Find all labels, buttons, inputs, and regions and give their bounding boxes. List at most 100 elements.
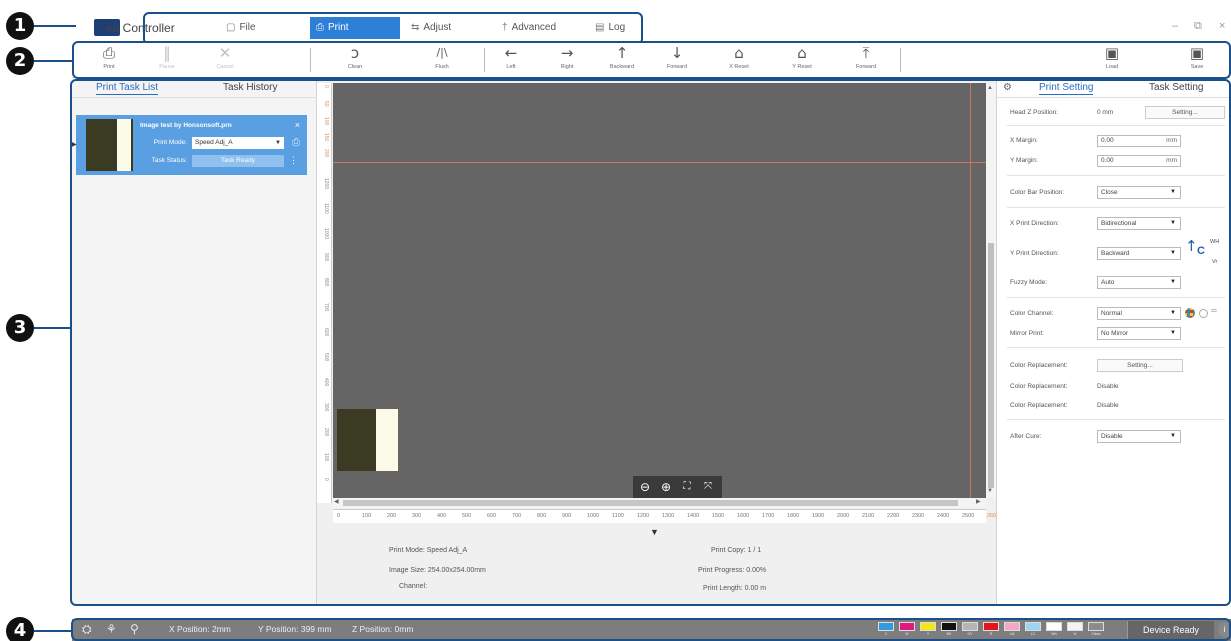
- x-margin-input[interactable]: 0.00 mm: [1097, 135, 1181, 147]
- info-image-size: Image Size: 254.00x254.00mm: [389, 567, 486, 574]
- ink-label: LC: [1030, 632, 1036, 636]
- forward-button[interactable]: ↓ Forward: [652, 43, 702, 72]
- tab-task-history[interactable]: Task History: [223, 82, 277, 93]
- load-icon: ▣: [1104, 44, 1120, 62]
- right-button[interactable]: → Right: [542, 43, 592, 72]
- tools-settings-icon[interactable]: ⛭: [82, 622, 92, 637]
- ink-color-chip: [1046, 622, 1062, 631]
- head-z-setting-button[interactable]: Setting...: [1145, 106, 1225, 119]
- ink-swatch-bk: BK: [939, 622, 959, 638]
- task-close-icon[interactable]: ×: [295, 120, 300, 130]
- load-button[interactable]: ▣ Load: [1087, 43, 1137, 72]
- printer-icon[interactable]: ⎙: [292, 137, 300, 148]
- vertical-scrollbar[interactable]: ▲ ▼: [986, 83, 996, 498]
- info-icon[interactable]: i: [1218, 622, 1231, 637]
- tab-print-setting[interactable]: Print Setting: [1039, 82, 1094, 95]
- menu-print[interactable]: ⎙ Print: [310, 17, 400, 39]
- maintenance-icon[interactable]: ⚲: [130, 622, 139, 636]
- horizontal-scrollbar[interactable]: ◀ ▶: [333, 498, 986, 508]
- flush-status-icon[interactable]: ⚘: [106, 622, 117, 636]
- pause-button[interactable]: ‖ Pause: [142, 43, 192, 72]
- zoom-in-icon[interactable]: ⊕: [657, 479, 675, 495]
- gear-icon[interactable]: ⚙: [1003, 82, 1012, 93]
- ink-label: GY: [967, 632, 973, 636]
- y-reset-button[interactable]: ⌂ Y Reset: [777, 43, 827, 72]
- ruler-tick: 300: [412, 513, 422, 519]
- left-button[interactable]: ← Left: [486, 43, 536, 72]
- close-button[interactable]: ×: [1219, 20, 1225, 32]
- mirror-print-value: No Mirror: [1101, 330, 1129, 337]
- ruler-tick: 1000: [323, 228, 329, 240]
- printer-icon: ⎙: [102, 44, 115, 62]
- y-print-direction-select[interactable]: Backward ▼: [1097, 247, 1181, 260]
- menu-file[interactable]: ▢ File: [220, 17, 310, 39]
- task-card[interactable]: ▶ Image test by Honsonsoft.prn × Print M…: [72, 115, 307, 175]
- ruler-tick: 1700: [762, 513, 775, 519]
- print-bed[interactable]: ⊖ ⊕ ⛶ ⤧: [333, 83, 986, 498]
- menu-advanced[interactable]: † Advanced: [496, 17, 586, 39]
- restore-button[interactable]: ⧉: [1194, 20, 1202, 33]
- color-channel-select[interactable]: Normal ▼: [1097, 307, 1181, 320]
- left-button-label: Left: [506, 64, 516, 70]
- head-z-label: Head Z Position:: [1010, 109, 1059, 116]
- cancel-button[interactable]: ✕ Cancel: [200, 43, 250, 72]
- zoom-out-icon[interactable]: ⊖: [636, 479, 654, 495]
- color-wheel-icon[interactable]: [1185, 308, 1195, 318]
- ruler-tick: 2000: [837, 513, 850, 519]
- x-print-direction-select[interactable]: Bidirectional ▼: [1097, 217, 1181, 230]
- x-margin-value: 0.00: [1101, 137, 1114, 144]
- placed-image[interactable]: [337, 409, 398, 471]
- ink-swatch-wh: Wh: [1044, 622, 1064, 638]
- color-bar-position-select[interactable]: Close ▼: [1097, 186, 1181, 199]
- ink-label: Y: [926, 632, 930, 636]
- task-name: Image test by Honsonsoft.prn: [140, 122, 232, 129]
- ruler-tick: 700: [512, 513, 522, 519]
- white-circle-icon[interactable]: [1199, 309, 1208, 318]
- after-cure-select[interactable]: Disable ▼: [1097, 430, 1181, 443]
- fit-screen-icon[interactable]: ⛶: [678, 479, 696, 495]
- vertical-scroll-thumb[interactable]: [988, 243, 994, 488]
- print-mode-select[interactable]: Speed Adj_A ▼: [192, 137, 284, 149]
- collapse-info-icon[interactable]: ▼: [650, 527, 659, 537]
- more-icon[interactable]: ⋮: [289, 155, 298, 166]
- ink-label: LM: [1009, 632, 1015, 636]
- pause-icon: ‖: [163, 44, 171, 62]
- fuzzy-mode-select[interactable]: Auto ▼: [1097, 276, 1181, 289]
- scroll-down-icon[interactable]: ▼: [987, 488, 993, 494]
- menu-adjust[interactable]: ⇆ Adjust: [405, 17, 490, 39]
- horizontal-scroll-thumb[interactable]: [343, 500, 958, 506]
- y-margin-input[interactable]: 0.00 mm: [1097, 155, 1181, 167]
- scroll-up-icon[interactable]: ▲: [987, 85, 993, 91]
- tab-task-setting[interactable]: Task Setting: [1149, 82, 1203, 93]
- x-print-direction-value: Bidirectional: [1101, 220, 1137, 227]
- ink-color-chip: [983, 622, 999, 631]
- scroll-left-icon[interactable]: ◀: [334, 498, 339, 505]
- info-print-length: Print Length: 0.00 m: [703, 585, 767, 592]
- print-button[interactable]: ⎙ Print: [84, 43, 134, 72]
- scroll-right-icon[interactable]: ▶: [976, 498, 981, 505]
- minimize-button[interactable]: –: [1172, 20, 1178, 32]
- backward-button[interactable]: ↑ Backward: [597, 43, 647, 72]
- x-reset-button[interactable]: ⌂ X Reset: [714, 43, 764, 72]
- actual-size-icon[interactable]: ⤧: [699, 479, 717, 495]
- clean-button[interactable]: ↄ Clean: [330, 43, 380, 72]
- tab-print-task-list[interactable]: Print Task List: [96, 82, 159, 95]
- y-print-direction-label: Y Print Direction:: [1010, 250, 1059, 257]
- fuzzy-mode-label: Fuzzy Mode:: [1010, 279, 1048, 286]
- device-status-badge: Device Ready: [1127, 621, 1214, 639]
- ruler-tick: 1100: [323, 203, 329, 214]
- flush-button[interactable]: /|\ Flush: [417, 43, 467, 72]
- mirror-print-select[interactable]: No Mirror ▼: [1097, 327, 1181, 340]
- menu-lines-icon[interactable]: ═: [1211, 306, 1217, 315]
- save-button[interactable]: ▣ Save: [1172, 43, 1222, 72]
- load-button-label: Load: [1105, 64, 1119, 70]
- head-z-value: 0 mm: [1097, 109, 1114, 116]
- color-replacement-setting-button[interactable]: Setting...: [1097, 359, 1183, 372]
- chevron-down-icon: ▼: [1170, 220, 1176, 226]
- menu-log[interactable]: ▤ Log: [589, 17, 649, 39]
- ink-label: Clean: [1091, 632, 1101, 636]
- chevron-down-icon: ▼: [275, 140, 281, 146]
- forward-end-button[interactable]: ⤒ Forward: [841, 43, 891, 72]
- section-divider: [1007, 347, 1225, 348]
- ruler-tick: 700: [323, 303, 329, 312]
